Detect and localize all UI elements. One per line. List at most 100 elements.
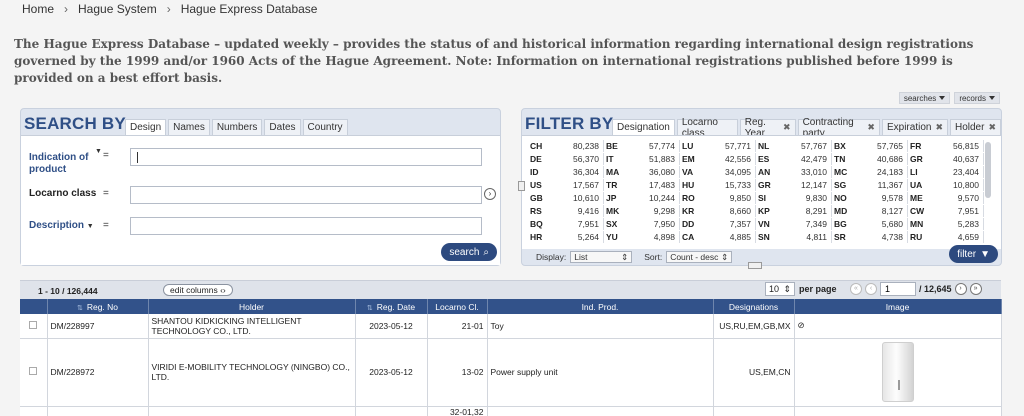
column-header-holder[interactable]: Holder (148, 299, 356, 314)
filter-item[interactable]: KR 8,660 (680, 205, 756, 217)
last-page-icon[interactable]: » (969, 283, 982, 295)
filter-item[interactable]: BE 57,774 (604, 140, 680, 152)
row-select-cell[interactable] (20, 338, 48, 407)
filter-item[interactable]: GR 40,637 (908, 153, 984, 165)
column-header-locarno[interactable]: Locarno Cl. (427, 299, 488, 314)
panel-resize-handle[interactable] (518, 181, 525, 191)
dropdown-arrow-icon[interactable]: ▼ (87, 223, 94, 230)
close-icon[interactable]: ✖ (867, 122, 875, 133)
breadcrumb-hague-system[interactable]: Hague System (78, 2, 157, 16)
filter-item[interactable]: FR 56,815 (908, 140, 984, 152)
filter-item[interactable]: ID 36,304 (528, 166, 604, 178)
table-row[interactable]: DM/228997 SHANTOU KIDKICKING INTELLIGENT… (20, 314, 1002, 339)
tab-contracting-party[interactable]: Contracting party ✖ (797, 117, 880, 139)
table-row[interactable]: 32-01,32 (20, 406, 1002, 416)
filter-item[interactable]: HR 5,264 (528, 231, 604, 243)
filter-item[interactable]: SG 11,367 (832, 179, 908, 191)
filter-item[interactable]: BQ 7,951 (528, 218, 604, 230)
reg-no-cell[interactable]: DM/228972 (47, 338, 149, 407)
edit-columns-button[interactable]: edit columns ‹› (163, 284, 233, 296)
breadcrumb-home[interactable]: Home (22, 2, 54, 16)
filter-item[interactable]: UA 10,800 (908, 179, 984, 191)
tab-country[interactable]: Country (302, 119, 348, 135)
filter-item[interactable]: SX 7,950 (604, 218, 680, 230)
rows-per-page-select[interactable]: 10 ⇕ (765, 282, 795, 296)
dropdown-arrow-icon[interactable]: ▼ (95, 148, 102, 155)
tab-locarno-class[interactable]: Locarno class (676, 117, 738, 139)
filter-item[interactable]: SI 9,830 (756, 192, 832, 204)
column-header-ind-prod[interactable]: Ind. Prod. (487, 299, 714, 314)
filter-item[interactable]: GR 12,147 (756, 179, 832, 191)
filter-item[interactable]: VA 34,095 (680, 166, 756, 178)
panel-resize-handle[interactable] (748, 262, 762, 269)
filter-item[interactable]: AN 33,010 (756, 166, 832, 178)
tab-dates[interactable]: Dates (264, 119, 301, 135)
filter-item[interactable]: BX 57,765 (832, 140, 908, 152)
filter-item[interactable]: RS 9,416 (528, 205, 604, 217)
close-icon[interactable]: ✖ (988, 122, 996, 133)
row-checkbox[interactable] (29, 320, 38, 329)
locarno-class-input[interactable] (130, 186, 482, 204)
searches-dropdown[interactable]: searches (898, 92, 951, 104)
column-header-reg-date[interactable]: ⇅ Reg. Date (355, 299, 428, 314)
next-page-icon[interactable]: › (954, 283, 967, 295)
filter-item[interactable]: DD 7,357 (680, 218, 756, 230)
filter-item[interactable]: US 17,567 (528, 179, 604, 191)
filter-item[interactable]: CH 80,238 (528, 140, 604, 152)
tab-reg-year[interactable]: Reg. Year ✖ (739, 117, 796, 139)
reg-no-cell[interactable] (47, 406, 149, 416)
reg-no-cell[interactable]: DM/228997 (47, 314, 149, 339)
filter-item[interactable]: ES 42,479 (756, 153, 832, 165)
row-checkbox[interactable] (29, 367, 38, 375)
prev-page-icon[interactable]: ‹ (865, 283, 877, 295)
filter-item[interactable]: LI 23,404 (908, 166, 984, 178)
product-thumbnail[interactable] (878, 340, 918, 404)
filter-item[interactable]: HU 15,733 (680, 179, 756, 191)
first-page-icon[interactable]: « (850, 283, 862, 295)
filter-item[interactable]: GB 10,610 (528, 192, 604, 204)
filter-item[interactable]: YU 4,898 (604, 231, 680, 243)
tab-names[interactable]: Names (168, 119, 210, 135)
close-icon[interactable]: ✖ (935, 122, 943, 133)
filter-item[interactable]: NO 9,578 (832, 192, 908, 204)
filter-item[interactable]: EM 42,556 (680, 153, 756, 165)
sort-select[interactable]: Count - desc ⇕ (666, 251, 733, 263)
page-number-input[interactable] (880, 282, 916, 296)
table-row[interactable]: DM/228972 VIRIDI E-MOBILITY TECHNOLOGY (… (20, 338, 1002, 407)
search-button[interactable]: search ⌕ (441, 243, 497, 261)
filter-item[interactable]: MN 5,283 (908, 218, 984, 230)
filter-item[interactable]: MC 24,183 (832, 166, 908, 178)
close-icon[interactable]: ✖ (783, 122, 791, 133)
column-header-designations[interactable]: Designations (713, 299, 795, 314)
records-dropdown[interactable]: records (954, 92, 1000, 104)
filter-item[interactable]: MK 9,298 (604, 205, 680, 217)
filter-item[interactable]: CW 7,951 (908, 205, 984, 217)
filter-item[interactable]: IT 51,883 (604, 153, 680, 165)
filter-item[interactable]: KP 8,291 (756, 205, 832, 217)
row-select-cell[interactable] (20, 406, 48, 416)
filter-item[interactable]: SN 4,811 (756, 231, 832, 243)
column-header-reg-no[interactable]: ⇅ Reg. No (47, 299, 149, 314)
filter-item[interactable]: BG 5,680 (832, 218, 908, 230)
filter-item[interactable]: SR 4,738 (832, 231, 908, 243)
filter-item[interactable]: CA 4,885 (680, 231, 756, 243)
filter-item[interactable]: MD 8,127 (832, 205, 908, 217)
filter-item[interactable]: LU 57,771 (680, 140, 756, 152)
chevron-right-icon[interactable]: › (484, 188, 496, 200)
filter-item[interactable]: MA 36,080 (604, 166, 680, 178)
image-cell[interactable] (794, 338, 1002, 407)
tab-numbers[interactable]: Numbers (211, 119, 263, 135)
description-input[interactable] (130, 217, 482, 235)
tab-design[interactable]: Design (125, 119, 167, 135)
filter-item[interactable]: ME 9,570 (908, 192, 984, 204)
filter-item[interactable]: TN 40,686 (832, 153, 908, 165)
filter-item[interactable]: RU 4,659 (908, 231, 984, 243)
filter-item[interactable]: DE 56,370 (528, 153, 604, 165)
filter-item[interactable]: RO 9,850 (680, 192, 756, 204)
display-select[interactable]: List ⇕ (570, 251, 633, 263)
row-select-cell[interactable] (20, 314, 48, 339)
filter-button[interactable]: filter ▼ (949, 245, 998, 263)
filter-item[interactable]: NL 57,767 (756, 140, 832, 152)
filter-item[interactable]: TR 17,483 (604, 179, 680, 191)
tab-expiration[interactable]: Expiration ✖ (881, 119, 948, 135)
